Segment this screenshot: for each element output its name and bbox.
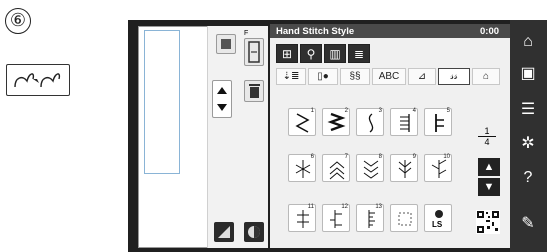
folder-icon[interactable]: ▣ bbox=[516, 62, 540, 86]
step-number: ⑥ bbox=[5, 8, 31, 34]
stitch-pattern[interactable]: 6 bbox=[288, 154, 316, 182]
tab-utility[interactable]: ⇣≣ bbox=[276, 68, 306, 85]
home-icon[interactable]: ⌂ bbox=[516, 30, 540, 54]
settings-icon[interactable]: ✲ bbox=[516, 132, 540, 156]
stitch-pattern[interactable]: 10 bbox=[424, 154, 452, 182]
stitch-pattern[interactable]: 1 bbox=[288, 108, 316, 136]
stitch-pattern[interactable]: 13 bbox=[356, 204, 384, 232]
stitch-pattern[interactable]: 8 bbox=[356, 154, 384, 182]
search-icon[interactable]: ⚲ bbox=[300, 44, 322, 63]
tab-decorative[interactable]: §§ bbox=[340, 68, 370, 85]
scroll-up-button[interactable]: ▲ bbox=[478, 158, 500, 176]
menu-icon[interactable]: ☰ bbox=[516, 98, 540, 122]
scroll-down-button[interactable]: ▼ bbox=[478, 178, 500, 196]
stitch-pattern[interactable]: 2 bbox=[322, 108, 350, 136]
stitch-pattern[interactable]: 11 bbox=[288, 204, 316, 232]
help-icon[interactable]: ? bbox=[516, 166, 540, 190]
color-toggle-icon[interactable] bbox=[244, 222, 264, 242]
tab-hand-stitch[interactable]: 𝓈𝓈 bbox=[438, 68, 470, 85]
delete-icon[interactable] bbox=[244, 80, 264, 102]
scroll-arrows[interactable] bbox=[212, 80, 232, 118]
tab-buttonhole[interactable]: ▯● bbox=[308, 68, 338, 85]
width-numerator: 1 bbox=[484, 126, 490, 136]
clear-button[interactable] bbox=[216, 34, 236, 54]
tab-applique[interactable]: ⊿ bbox=[408, 68, 436, 85]
clock: 0:00 bbox=[480, 26, 500, 37]
width-denominator: 4 bbox=[478, 136, 496, 147]
screen-title: Hand Stitch Style bbox=[276, 26, 355, 37]
stitch-pattern[interactable]: 12 bbox=[322, 204, 350, 232]
stitch-pattern[interactable]: 3 bbox=[356, 108, 384, 136]
tab-quilt[interactable]: ⌂ bbox=[472, 68, 500, 85]
wrench-icon[interactable]: ✎ bbox=[516, 212, 540, 236]
needle-position-icon[interactable] bbox=[244, 38, 264, 66]
f-label: F bbox=[244, 30, 249, 37]
mirror-icon[interactable] bbox=[214, 222, 234, 242]
stitch-pattern[interactable]: 4 bbox=[390, 108, 418, 136]
stitch-pattern[interactable]: 7 bbox=[322, 154, 350, 182]
stitch-pattern[interactable]: 9 bbox=[390, 154, 418, 182]
layout-icon[interactable]: ▥ bbox=[324, 44, 346, 63]
hand-stitch-category-icon bbox=[6, 64, 70, 96]
ls-button[interactable]: LS bbox=[424, 204, 452, 232]
tab-letters[interactable]: ABC bbox=[372, 68, 406, 85]
stitch-edit-icon[interactable]: ⊞ bbox=[276, 44, 298, 63]
preview-frame bbox=[144, 30, 180, 174]
ls-label: LS bbox=[432, 220, 443, 229]
stitch-pattern[interactable]: 5 bbox=[424, 108, 452, 136]
width-fraction: 1 4 bbox=[478, 126, 496, 147]
blank-stitch-button[interactable] bbox=[390, 204, 418, 232]
list-icon[interactable]: ≣ bbox=[348, 44, 370, 63]
qr-code-icon[interactable] bbox=[476, 210, 500, 234]
